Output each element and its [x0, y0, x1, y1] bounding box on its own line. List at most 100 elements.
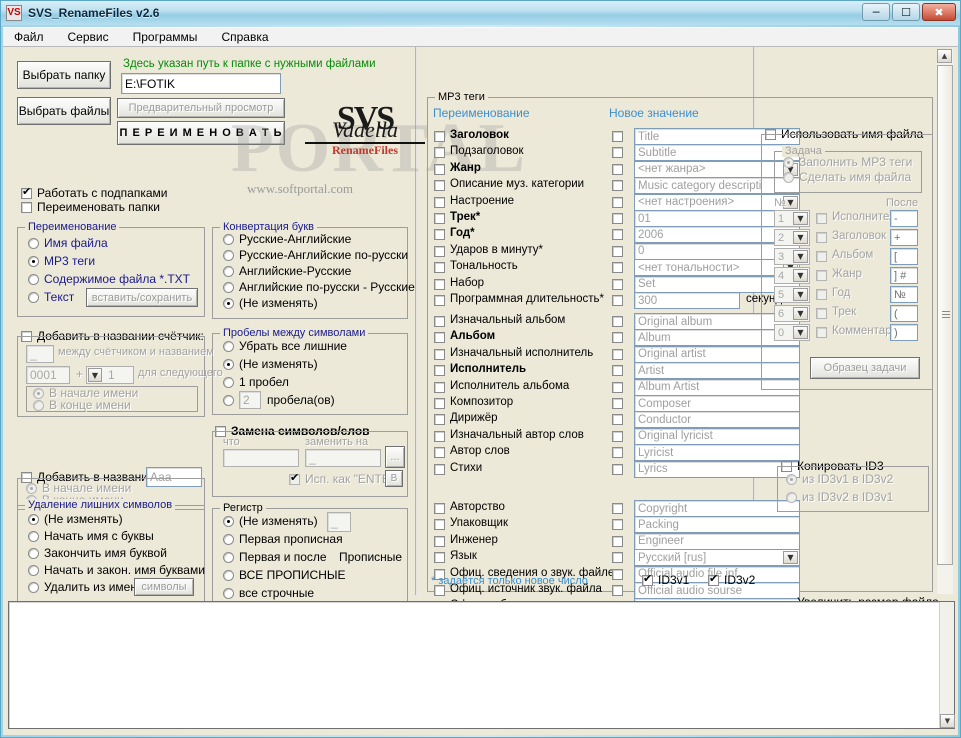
maximize-button[interactable]: ☐ [892, 3, 920, 21]
spaces-count-input[interactable]: 2 [239, 391, 261, 409]
counter-step-combo[interactable]: 1 ▼ [86, 366, 134, 384]
mp3-rename-checkbox[interactable] [434, 365, 445, 377]
mp3-value-combo[interactable]: Русский [rus] ▼ [634, 549, 800, 567]
mp3-rename-checkbox[interactable] [434, 213, 445, 224]
mp3-rename-checkbox[interactable] [434, 163, 445, 175]
mp3-newvalue-checkbox[interactable] [612, 535, 623, 547]
mp3-rename-checkbox[interactable] [434, 414, 445, 426]
mp3-newvalue-checkbox[interactable] [612, 365, 623, 377]
mp3-rename-checkbox[interactable] [434, 196, 445, 208]
close-button[interactable]: ✖ [922, 3, 956, 21]
mp3-rename-checkbox[interactable] [434, 552, 445, 564]
menu-item-programs[interactable]: Программы [130, 29, 201, 45]
mp3-newvalue-checkbox[interactable] [612, 229, 623, 241]
mp3-newvalue-checkbox[interactable] [612, 213, 623, 224]
task-make-filename-radio[interactable] [783, 172, 794, 183]
spaces-option-1-radio[interactable] [223, 359, 234, 370]
mp3-rename-checkbox[interactable] [434, 147, 445, 159]
preview-button[interactable]: Предварительный просмотр [117, 98, 285, 118]
order-enable-checkbox[interactable] [816, 270, 827, 281]
delete-option-2-radio[interactable] [28, 548, 39, 559]
spaces-option-0-radio[interactable] [223, 341, 234, 352]
order-num-combo[interactable]: 2 ▼ [774, 229, 810, 246]
convert-option-1-radio[interactable] [223, 250, 234, 261]
case-option-3-radio[interactable] [223, 570, 234, 581]
order-after-input[interactable]: ( [890, 305, 918, 322]
mp3-newvalue-checkbox[interactable] [612, 585, 623, 596]
id3v1-checkbox[interactable] [642, 572, 653, 586]
mp3-newvalue-checkbox[interactable] [612, 568, 623, 580]
chevron-down-icon[interactable]: ▼ [793, 212, 808, 225]
case-option-0-radio[interactable] [223, 516, 234, 527]
rename-button[interactable]: П Е Р Е И М Е Н О В А Т Ь [117, 121, 285, 145]
addname-position-start-radio[interactable] [26, 483, 37, 494]
case-option-2-radio[interactable] [223, 552, 234, 563]
chevron-down-icon[interactable]: ▼ [793, 307, 808, 320]
mp3-newvalue-checkbox[interactable] [612, 147, 623, 159]
mp3-rename-checkbox[interactable] [434, 245, 445, 257]
convert-option-4-radio[interactable] [223, 298, 234, 309]
counter-start-input[interactable]: 0001 [26, 366, 70, 384]
order-num-combo[interactable]: 5 ▼ [774, 286, 810, 303]
mp3-newvalue-checkbox[interactable] [612, 381, 623, 393]
mp3-rename-checkbox[interactable] [434, 519, 445, 531]
files-listbox[interactable]: ▼ [8, 601, 955, 729]
mp3-newvalue-checkbox[interactable] [612, 430, 623, 442]
replace-browse-button[interactable]: ... [385, 446, 405, 468]
mp3-newvalue-checkbox[interactable] [612, 519, 623, 531]
renaming-option-text-radio[interactable] [28, 292, 39, 303]
mp3-value-input[interactable]: Packing [634, 516, 800, 534]
mp3-rename-checkbox[interactable] [434, 348, 445, 360]
counter-separator-input[interactable]: _ [26, 345, 54, 363]
spaces-option-3-radio[interactable] [223, 395, 234, 406]
mp3-newvalue-checkbox[interactable] [612, 180, 623, 192]
mp3-newvalue-checkbox[interactable] [612, 316, 623, 327]
copy-id3-v2tov1-radio[interactable] [786, 492, 797, 503]
counter-position-end-radio[interactable] [33, 400, 44, 411]
mp3-newvalue-checkbox[interactable] [612, 163, 623, 175]
chevron-down-icon[interactable]: ▼ [793, 288, 808, 301]
renaming-option-txt-radio[interactable] [28, 274, 39, 285]
work-subfolders-checkbox[interactable] [21, 185, 32, 199]
mp3-rename-checkbox[interactable] [434, 278, 445, 290]
order-num-combo[interactable]: 1 ▼ [774, 210, 810, 227]
chevron-down-icon[interactable]: ▼ [88, 368, 102, 382]
minimize-button[interactable]: ─ [862, 3, 890, 21]
mp3-panel-scrollbar[interactable]: ▲ [937, 49, 953, 594]
mp3-rename-checkbox[interactable] [434, 229, 445, 241]
delete-symbols-button[interactable]: символы [134, 578, 194, 596]
mp3-rename-checkbox[interactable] [434, 398, 445, 409]
mp3-newvalue-checkbox[interactable] [612, 398, 623, 409]
listbox-scroll-down-button[interactable]: ▼ [940, 714, 955, 728]
task-fill-tags-radio[interactable] [783, 157, 794, 168]
order-after-input[interactable]: + [890, 229, 918, 246]
convert-option-2-radio[interactable] [223, 266, 234, 277]
menu-item-help[interactable]: Справка [218, 29, 271, 45]
task-sample-button[interactable]: Образец задачи [810, 357, 920, 379]
mp3-rename-checkbox[interactable] [434, 535, 445, 547]
path-input[interactable]: E:\FOTIK [121, 73, 281, 94]
mp3-rename-checkbox[interactable] [434, 180, 445, 192]
mp3-rename-checkbox[interactable] [434, 262, 445, 274]
mp3-newvalue-checkbox[interactable] [612, 463, 623, 475]
mp3-newvalue-checkbox[interactable] [612, 245, 623, 257]
mp3-rename-checkbox[interactable] [434, 131, 445, 142]
mp3-value-input[interactable]: Copyright [634, 500, 800, 517]
mp3-rename-checkbox[interactable] [434, 430, 445, 442]
menu-item-file[interactable]: Файл [11, 29, 47, 45]
mp3-newvalue-checkbox[interactable] [612, 262, 623, 274]
mp3-newvalue-checkbox[interactable] [612, 447, 623, 459]
spaces-option-2-radio[interactable] [223, 377, 234, 388]
replace-extra-button[interactable]: B [385, 470, 403, 487]
counter-position-start-radio[interactable] [33, 388, 44, 399]
mp3-newvalue-checkbox[interactable] [612, 503, 623, 514]
mp3-value-input[interactable]: Composer [634, 395, 800, 412]
id3v2-checkbox[interactable] [708, 572, 719, 586]
mp3-newvalue-checkbox[interactable] [612, 131, 623, 142]
mp3-value-input[interactable]: Original lyricist [634, 427, 800, 445]
case-separator-input[interactable]: _ [327, 512, 351, 532]
choose-folder-button[interactable]: Выбрать папку [17, 61, 111, 89]
case-option-1-radio[interactable] [223, 534, 234, 545]
mp3-rename-checkbox[interactable] [434, 447, 445, 459]
mp3-rename-checkbox[interactable] [434, 503, 445, 514]
